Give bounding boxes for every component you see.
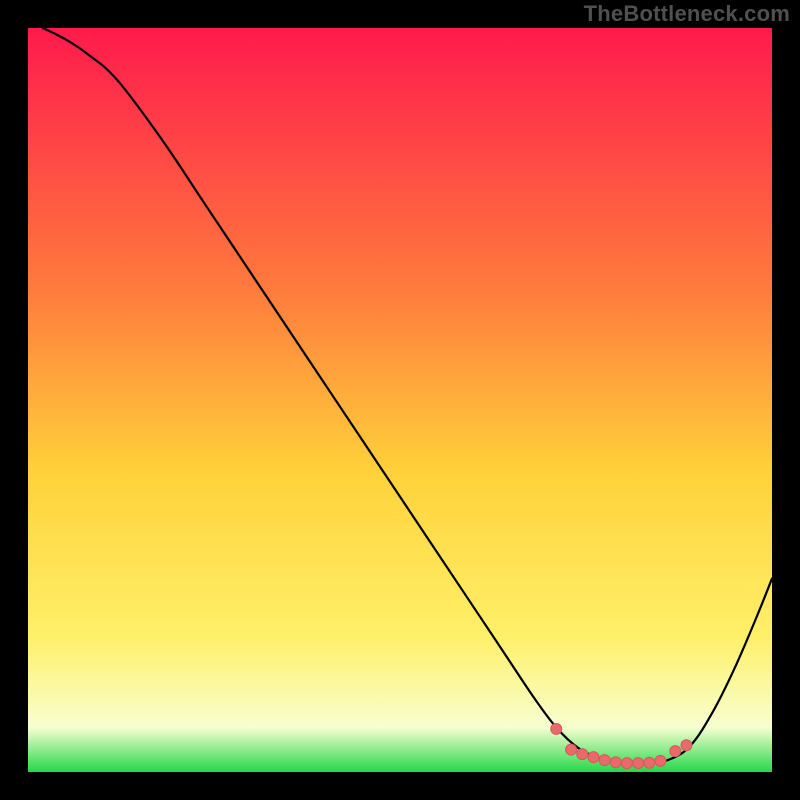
marker-point [621,758,632,769]
gradient-background [28,28,772,772]
marker-point [610,757,621,768]
marker-point [577,749,588,760]
marker-point [681,740,692,751]
plot-area [28,28,772,772]
chart-svg [28,28,772,772]
marker-point [633,758,644,769]
marker-point [588,752,599,763]
marker-point [644,757,655,768]
marker-point [655,755,666,766]
marker-point [670,746,681,757]
chart-frame: TheBottleneck.com [0,0,800,800]
marker-point [599,755,610,766]
marker-point [551,723,562,734]
watermark-text: TheBottleneck.com [584,1,790,27]
marker-point [566,744,577,755]
